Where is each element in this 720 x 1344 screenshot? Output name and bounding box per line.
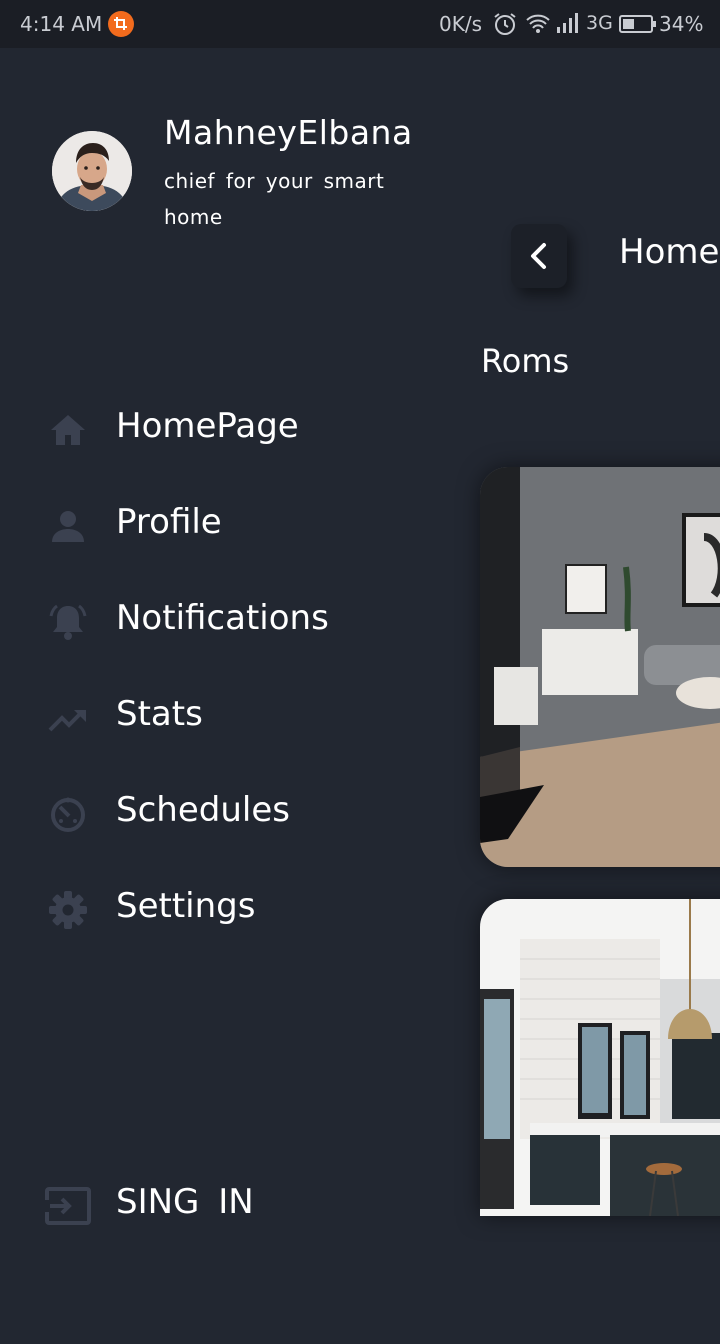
avatar[interactable] xyxy=(52,131,132,211)
room-card-kitchen[interactable] xyxy=(480,899,720,1216)
living-room-image xyxy=(480,467,720,867)
menu-item-label: Settings xyxy=(116,886,256,926)
menu-item-profile[interactable]: Profile xyxy=(44,492,424,556)
signal-icon xyxy=(556,12,580,39)
home-icon xyxy=(48,410,88,450)
net-speed: 0K/s xyxy=(439,12,482,36)
gear-icon xyxy=(48,890,88,930)
menu-item-label: Profile xyxy=(116,502,222,542)
menu-item-label: Notifications xyxy=(116,598,329,638)
chevron-left-icon xyxy=(531,243,546,269)
menu-item-notifications[interactable]: Notifications xyxy=(44,588,424,652)
avatar-photo xyxy=(52,131,132,211)
battery-percent: 34% xyxy=(659,12,704,36)
person-icon xyxy=(48,506,88,546)
back-button[interactable] xyxy=(511,224,567,288)
timer-icon xyxy=(48,794,88,834)
sign-in-button[interactable]: SING IN xyxy=(44,1172,344,1236)
login-icon xyxy=(44,1186,92,1226)
menu-item-label: HomePage xyxy=(116,406,299,446)
app-screen: 4:14 AM 0K/s 3G 34% MahneyElbana chief f… xyxy=(0,0,720,1344)
menu-item-settings[interactable]: Settings xyxy=(44,876,424,940)
section-title: Roms xyxy=(481,342,570,380)
alarm-icon xyxy=(492,11,518,42)
network-type: 3G xyxy=(586,12,613,34)
trending-up-icon xyxy=(48,698,88,738)
menu-item-schedules[interactable]: Schedules xyxy=(44,780,424,844)
menu-item-label: Stats xyxy=(116,694,203,734)
menu-item-label: Schedules xyxy=(116,790,290,830)
bell-icon xyxy=(48,602,88,642)
wifi-icon xyxy=(525,12,551,39)
menu-item-homepage[interactable]: HomePage xyxy=(44,396,424,460)
page-title: Home xyxy=(619,232,720,272)
menu-item-stats[interactable]: Stats xyxy=(44,684,424,748)
user-name: MahneyElbana xyxy=(164,113,413,152)
status-bar: 4:14 AM 0K/s 3G 34% xyxy=(0,0,720,48)
status-time: 4:14 AM xyxy=(20,12,103,36)
user-tagline: chief for your smart home xyxy=(164,169,385,229)
kitchen-image xyxy=(480,899,720,1216)
sign-in-label: SING IN xyxy=(116,1182,254,1222)
notification-badge-icon xyxy=(108,11,134,37)
room-card-living-room[interactable] xyxy=(480,467,720,867)
battery-icon xyxy=(619,14,657,39)
